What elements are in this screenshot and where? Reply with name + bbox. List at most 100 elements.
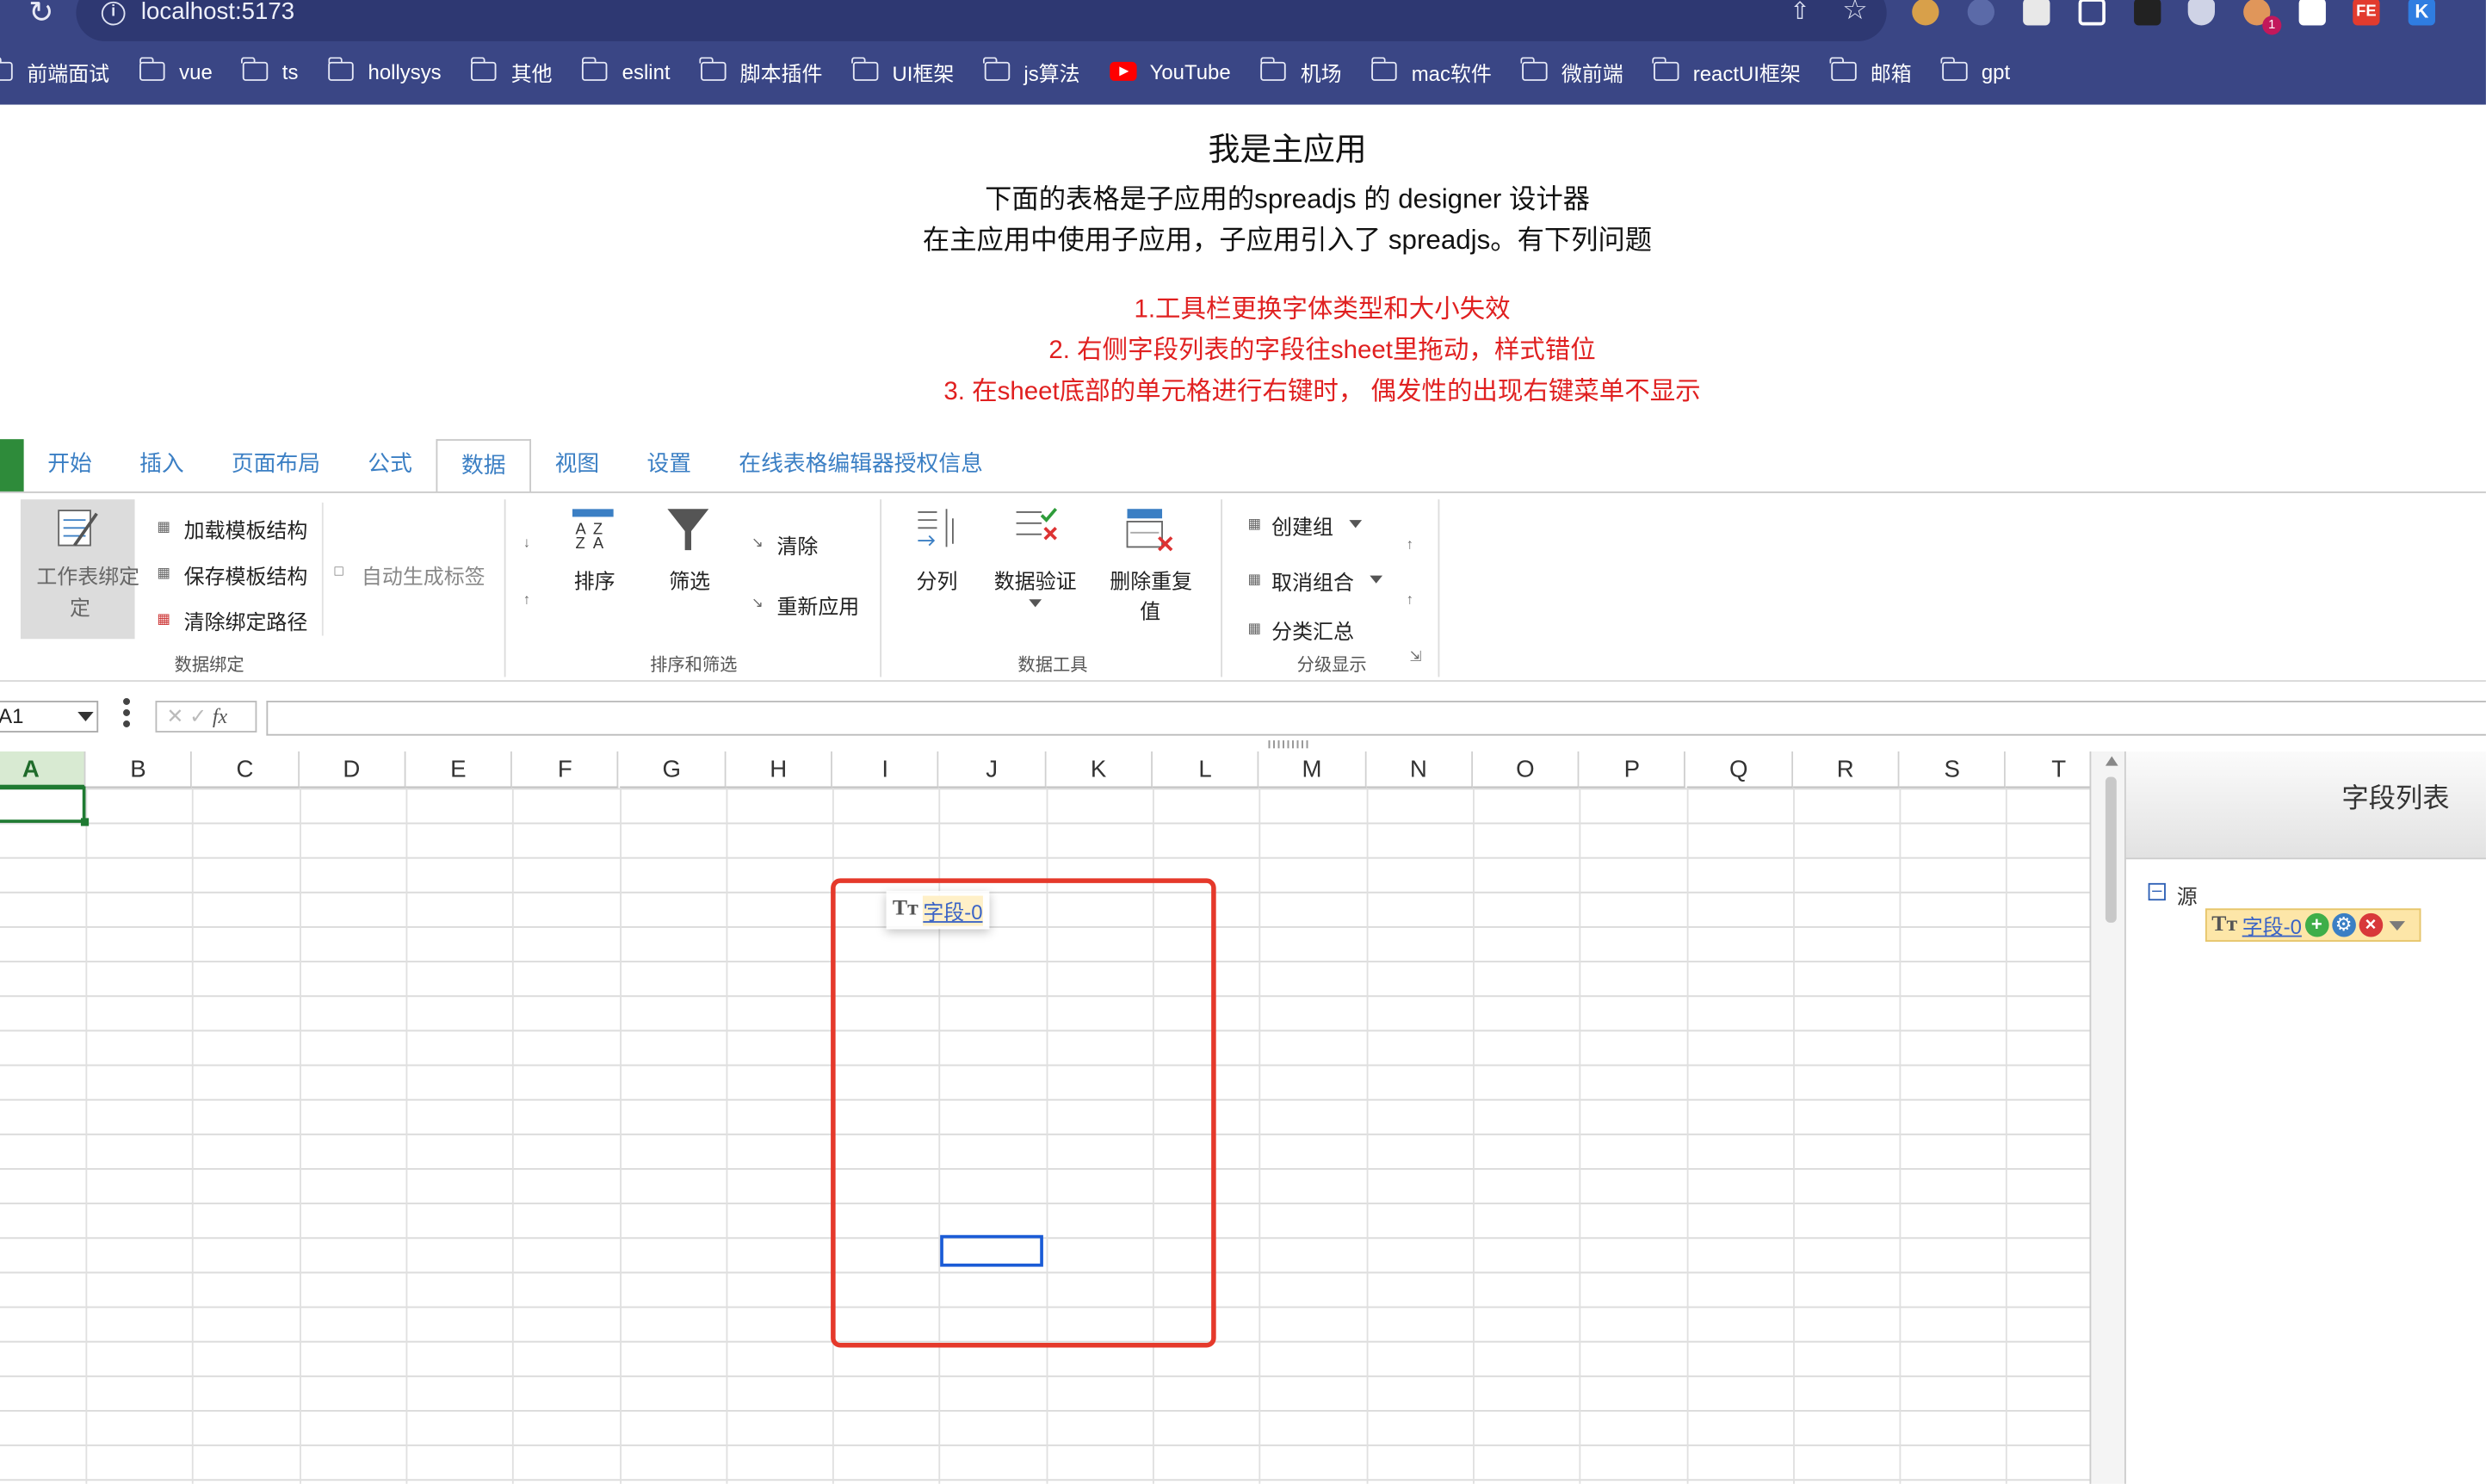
cookie-extension-icon[interactable] xyxy=(1912,0,1939,26)
subtotal-button[interactable]: 分类汇总 xyxy=(1271,615,1354,646)
remove-duplicates-button[interactable]: 删除重复 xyxy=(1110,565,1192,595)
reapply-button[interactable]: 重新应用 xyxy=(776,590,859,620)
bookmark-item[interactable]: ts xyxy=(241,57,298,83)
column-header[interactable]: R xyxy=(1792,751,1900,788)
bookmark-item[interactable]: 其他 xyxy=(470,56,553,86)
column-header[interactable]: L xyxy=(1152,751,1259,788)
tree-source-node[interactable]: 源 xyxy=(2177,880,2198,910)
ribbon-tab[interactable]: 设置 xyxy=(623,439,715,492)
share-icon[interactable]: ⇧ xyxy=(1790,0,1809,25)
bookmark-item[interactable]: 邮箱 xyxy=(1829,56,1912,86)
address-bar[interactable] xyxy=(76,0,1887,41)
column-header[interactable]: M xyxy=(1258,751,1366,788)
reload-icon[interactable]: ↻ xyxy=(28,0,53,32)
chevron-down-icon[interactable] xyxy=(1349,520,1363,529)
column-header[interactable]: I xyxy=(832,751,940,788)
chevron-down-icon[interactable] xyxy=(1370,575,1383,584)
filter-button[interactable]: 筛选 xyxy=(669,565,710,595)
column-header[interactable]: A xyxy=(0,751,86,788)
field-node-label[interactable]: 字段-0 xyxy=(2242,910,2302,940)
collapse-icon[interactable]: – xyxy=(2148,882,2166,901)
sort-button[interactable]: 排序 xyxy=(574,565,615,595)
bookmark-item[interactable]: 前端面试 xyxy=(0,56,109,86)
shield-extension-icon[interactable] xyxy=(2187,0,2215,26)
bookmark-item[interactable]: mac软件 xyxy=(1370,56,1492,86)
bookmark-star-icon[interactable]: ☆ xyxy=(1842,0,1868,27)
column-header[interactable]: F xyxy=(512,751,620,788)
ribbon-tab[interactable]: 视图 xyxy=(531,439,623,492)
column-header[interactable]: C xyxy=(192,751,300,788)
formula-input[interactable] xyxy=(266,701,2486,736)
column-header[interactable]: S xyxy=(1899,751,2007,788)
file-tab[interactable] xyxy=(0,439,24,492)
bookmark-item[interactable]: YouTube xyxy=(1110,59,1231,83)
data-validation-button[interactable]: 数据验证 xyxy=(994,565,1077,595)
chevron-down-icon[interactable] xyxy=(2389,920,2405,931)
remove-icon[interactable]: × xyxy=(2359,912,2383,937)
url-text[interactable]: localhost:5173 xyxy=(141,0,294,25)
bookmark-item[interactable]: 机场 xyxy=(1259,56,1342,86)
active-cell[interactable] xyxy=(0,786,90,826)
ribbon-tab[interactable]: 页面布局 xyxy=(207,439,343,492)
extension-icon[interactable] xyxy=(2134,0,2161,26)
save-template-button[interactable]: 保存模板结构 xyxy=(184,560,308,590)
column-header[interactable]: K xyxy=(1046,751,1153,788)
scroll-up-icon[interactable] xyxy=(2105,756,2118,766)
sort-desc-icon[interactable]: ↑ xyxy=(523,591,530,607)
more-options-icon[interactable]: • • • xyxy=(122,690,131,738)
column-header[interactable]: E xyxy=(405,751,513,788)
ribbon-tab[interactable]: 公式 xyxy=(344,439,436,492)
extension-icon[interactable] xyxy=(2078,0,2106,26)
hide-detail-icon[interactable]: ↑ xyxy=(1407,591,1413,607)
bookmark-item[interactable]: vue xyxy=(139,57,213,83)
sort-asc-icon[interactable]: ↓ xyxy=(523,535,530,550)
column-header[interactable]: B xyxy=(85,751,193,788)
column-header[interactable]: D xyxy=(299,751,406,788)
bookmark-item[interactable]: js算法 xyxy=(983,56,1080,86)
ribbon-tab[interactable]: 数据 xyxy=(436,439,532,493)
create-group-button[interactable]: 创建组 xyxy=(1271,510,1333,541)
k-extension-icon[interactable]: K xyxy=(2408,0,2436,26)
bookmark-item[interactable]: 脚本插件 xyxy=(699,56,822,86)
ribbon-tab[interactable]: 插入 xyxy=(115,439,207,492)
checkbox-icon[interactable]: □ xyxy=(335,563,343,578)
bookmark-item[interactable]: UI框架 xyxy=(851,56,954,86)
add-icon[interactable]: + xyxy=(2304,912,2329,937)
load-template-button[interactable]: 加载模板结构 xyxy=(184,514,308,544)
drop-target-cell[interactable] xyxy=(940,1234,1043,1267)
dialog-launcher-icon[interactable]: ⇲ xyxy=(1409,648,1421,665)
field-node[interactable]: Tт 字段-0 + ⚙ × xyxy=(2205,908,2421,943)
column-header[interactable]: O xyxy=(1472,751,1580,788)
extension-icon[interactable] xyxy=(2023,0,2050,26)
auto-label-checkbox[interactable]: 自动生成标签 xyxy=(362,560,485,590)
ribbon-tab[interactable]: 开始 xyxy=(24,439,116,492)
column-header[interactable]: P xyxy=(1579,751,1686,788)
column-header[interactable]: G xyxy=(619,751,727,788)
ribbon-tab[interactable]: 在线表格编辑器授权信息 xyxy=(715,439,1007,492)
chevron-down-icon[interactable] xyxy=(77,711,94,722)
fx-icon[interactable]: fx xyxy=(213,704,227,728)
bookmark-item[interactable]: eslint xyxy=(581,57,671,83)
fe-extension-icon[interactable]: FE xyxy=(2353,0,2380,26)
split-columns-button[interactable]: 分列 xyxy=(917,565,958,595)
site-info-icon[interactable]: i xyxy=(101,1,126,26)
splitter-handle[interactable] xyxy=(1268,740,1310,749)
scrollbar-thumb[interactable] xyxy=(2105,776,2117,923)
bookmark-item[interactable]: hollysys xyxy=(327,57,442,83)
extension-icon[interactable] xyxy=(2298,0,2326,26)
column-header[interactable]: T xyxy=(2006,751,2090,788)
dragged-field[interactable]: Tт 字段-0 xyxy=(886,891,989,930)
bookmark-item[interactable]: gpt xyxy=(1940,57,2010,83)
extension-icon[interactable] xyxy=(1967,0,1994,26)
show-detail-icon[interactable]: ↑ xyxy=(1407,536,1413,552)
column-header[interactable]: N xyxy=(1365,751,1473,788)
column-header[interactable]: H xyxy=(726,751,833,788)
ungroup-button[interactable]: 取消组合 xyxy=(1271,566,1354,597)
settings-icon[interactable]: ⚙ xyxy=(2331,912,2356,937)
chevron-down-icon[interactable] xyxy=(1029,599,1042,608)
clear-filter-button[interactable]: 清除 xyxy=(776,529,818,560)
bookmark-item[interactable]: 微前端 xyxy=(1520,56,1623,86)
formula-actions[interactable]: ✕ ✓ fx xyxy=(155,701,257,733)
bookmark-item[interactable]: reactUI框架 xyxy=(1652,56,1801,86)
clear-binding-button[interactable]: 清除绑定路径 xyxy=(184,606,308,636)
